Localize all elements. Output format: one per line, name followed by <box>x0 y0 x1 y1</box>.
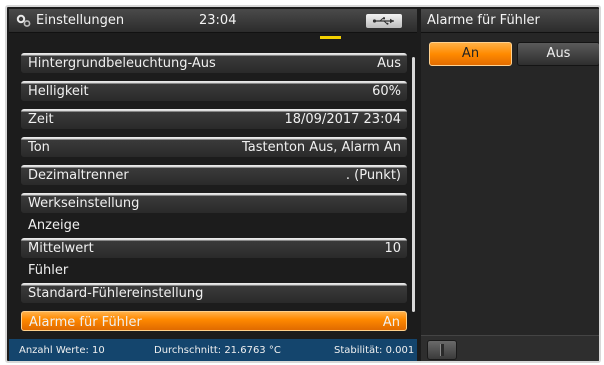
setting-label: Hintergrundbeleuchtung-Aus <box>28 56 216 71</box>
scroll-position-marker <box>320 36 341 39</box>
setting-value: 18/09/2017 23:04 <box>284 112 401 127</box>
setting-backlight-off[interactable]: Hintergrundbeleuchtung-Aus Aus <box>21 53 407 73</box>
settings-panel: Einstellungen 23:04 Hintergrundbeleuchtu… <box>9 9 417 361</box>
detail-footer <box>421 335 599 361</box>
setting-default-probe[interactable]: Standard-Fühlereinstellung <box>21 283 407 303</box>
detail-panel: Alarme für Fühler An Aus <box>421 9 599 361</box>
setting-factory-reset[interactable]: Werkseinstellung <box>21 193 407 213</box>
setting-value: 10 <box>384 241 401 256</box>
setting-value: Tastenton Aus, Alarm An <box>242 140 401 155</box>
option-label: An <box>461 46 480 61</box>
setting-probe-alarms[interactable]: Alarme für Fühler An <box>21 311 407 331</box>
setting-label: Zeit <box>28 112 54 127</box>
section-heading-probe: Fühler <box>28 263 69 278</box>
setting-label: Helligkeit <box>28 84 89 99</box>
setting-label: Dezimaltrenner <box>28 168 129 183</box>
status-count: Anzahl Werte: 10 <box>19 345 105 356</box>
setting-sound[interactable]: Ton Tastenton Aus, Alarm An <box>21 137 407 157</box>
usb-icon <box>372 17 394 25</box>
setting-label: Ton <box>28 140 50 155</box>
footer-button[interactable] <box>427 340 457 360</box>
status-average: Durchschnitt: 21.6763 °C <box>154 345 281 356</box>
setting-value: Aus <box>377 56 401 71</box>
detail-title: Alarme für Fühler <box>427 13 540 28</box>
scrollbar[interactable] <box>412 57 415 312</box>
status-bar: Anzahl Werte: 10 Durchschnitt: 21.6763 °… <box>9 339 417 361</box>
option-label: Aus <box>546 46 571 61</box>
device-screen: Einstellungen 23:04 Hintergrundbeleuchtu… <box>5 5 601 363</box>
setting-average[interactable]: Mittelwert 10 <box>21 238 407 258</box>
setting-decimal-separator[interactable]: Dezimaltrenner . (Punkt) <box>21 165 407 185</box>
setting-label: Mittelwert <box>28 241 94 256</box>
setting-brightness[interactable]: Helligkeit 60% <box>21 81 407 101</box>
handle-icon <box>440 344 444 356</box>
page-title: Einstellungen <box>36 13 125 28</box>
settings-header: Einstellungen 23:04 <box>9 9 417 33</box>
setting-value: 60% <box>372 84 401 99</box>
clock: 23:04 <box>199 13 237 28</box>
option-on-button[interactable]: An <box>429 42 512 66</box>
setting-value: . (Punkt) <box>345 168 401 183</box>
setting-label: Standard-Fühlereinstellung <box>28 286 204 301</box>
settings-list[interactable]: Hintergrundbeleuchtung-Aus Aus Helligkei… <box>9 33 417 336</box>
option-off-button[interactable]: Aus <box>517 42 599 66</box>
status-stability: Stabilität: 0.001 <box>334 345 415 356</box>
setting-value: An <box>382 315 400 330</box>
usb-status <box>366 14 402 28</box>
section-heading-display: Anzeige <box>28 218 80 233</box>
setting-time[interactable]: Zeit 18/09/2017 23:04 <box>21 109 407 129</box>
gear-icon <box>16 14 31 27</box>
setting-label: Werkseinstellung <box>28 196 140 211</box>
setting-label: Alarme für Fühler <box>29 315 142 330</box>
detail-header: Alarme für Fühler <box>421 9 599 33</box>
